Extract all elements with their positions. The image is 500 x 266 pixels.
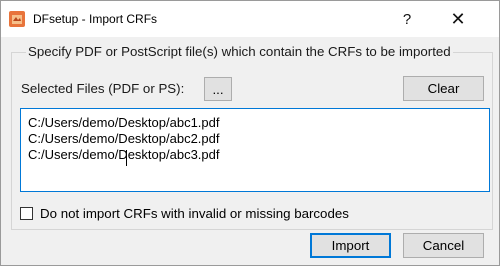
- close-button[interactable]: ✕: [435, 1, 481, 37]
- window-title: DFsetup - Import CRFs: [33, 12, 158, 26]
- browse-button[interactable]: ...: [204, 77, 232, 101]
- import-crfs-dialog: DFsetup - Import CRFs ? ✕ Specify PDF or…: [0, 0, 500, 266]
- skip-invalid-barcodes-checkbox[interactable]: [20, 207, 33, 220]
- file-path: C:/Users/demo/Desktop/abc2.pdf: [28, 131, 220, 146]
- skip-invalid-barcodes-label[interactable]: Do not import CRFs with invalid or missi…: [40, 205, 349, 222]
- app-icon: [9, 11, 25, 27]
- help-button[interactable]: ?: [384, 1, 430, 37]
- file-path: C:/Users/demo/Desktop/abc3.pdf: [28, 147, 220, 162]
- text-caret: [126, 150, 127, 166]
- clear-button[interactable]: Clear: [403, 76, 484, 101]
- cancel-button[interactable]: Cancel: [403, 233, 484, 258]
- title-bar[interactable]: DFsetup - Import CRFs ? ✕: [1, 1, 499, 37]
- group-title: Specify PDF or PostScript file(s) which …: [26, 43, 453, 60]
- selected-files-label: Selected Files (PDF or PS):: [21, 81, 185, 96]
- selected-files-textarea[interactable]: C:/Users/demo/Desktop/abc1.pdf C:/Users/…: [20, 108, 490, 192]
- import-button[interactable]: Import: [310, 233, 391, 258]
- file-path: C:/Users/demo/Desktop/abc1.pdf: [28, 115, 220, 130]
